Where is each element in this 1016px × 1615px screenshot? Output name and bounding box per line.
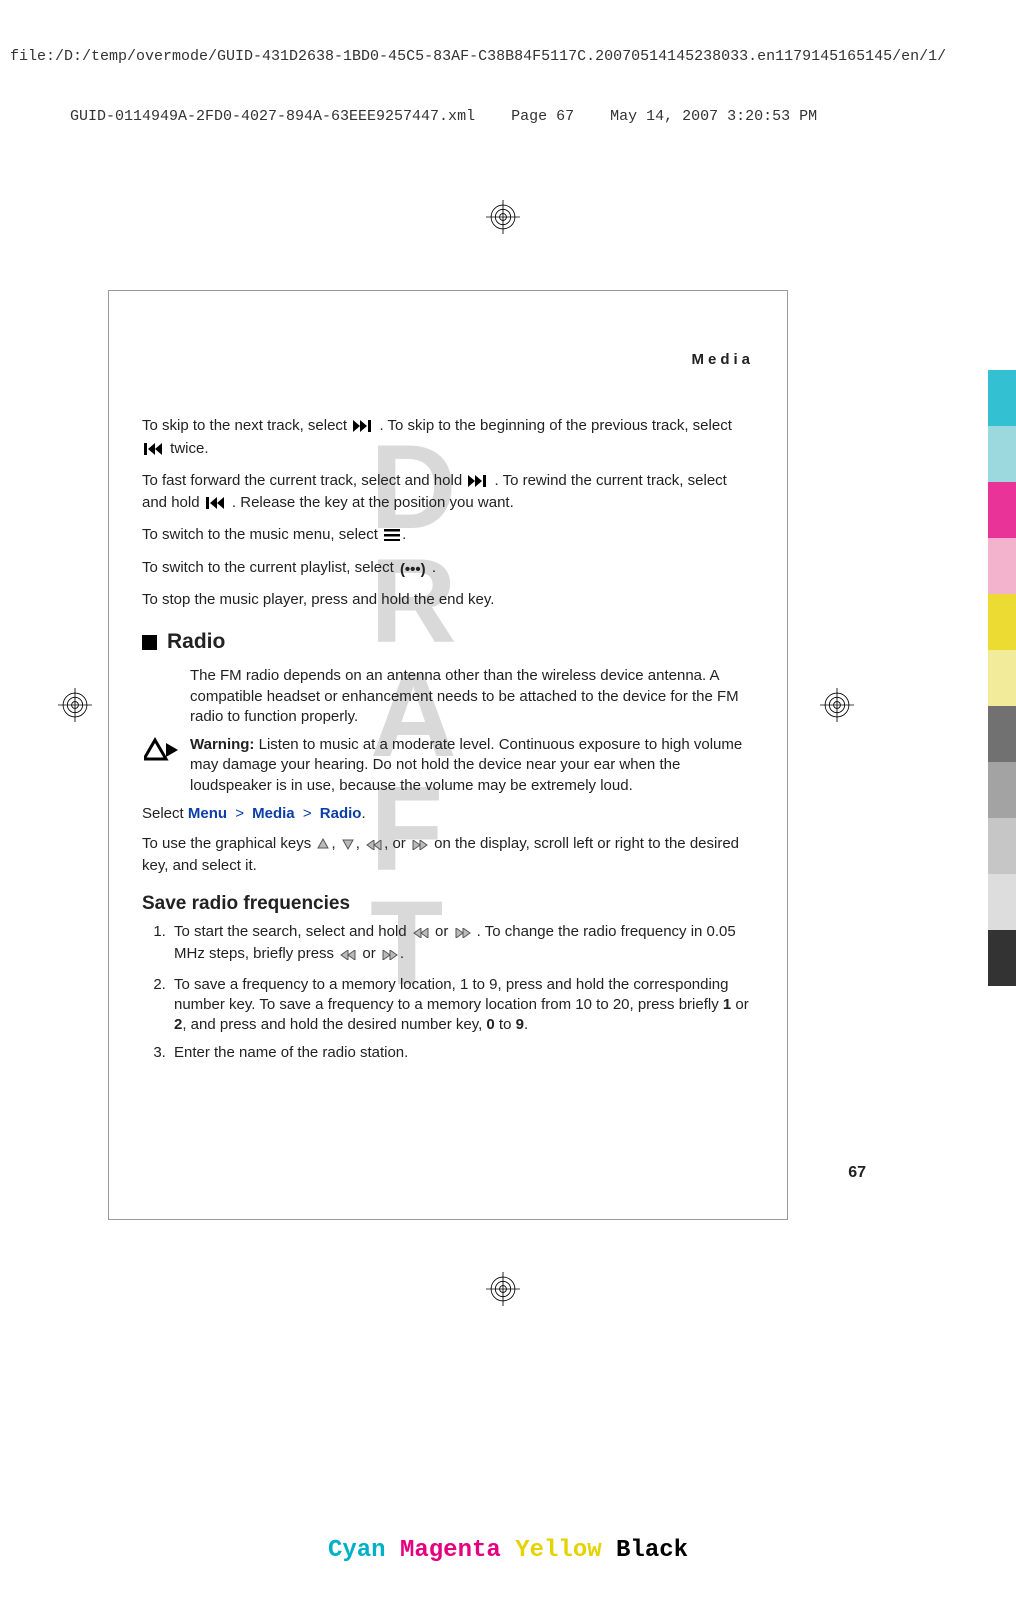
- color-swatch: [988, 874, 1016, 930]
- registration-mark-icon: [820, 688, 854, 722]
- color-swatch: [988, 706, 1016, 762]
- cmyk-footer: Cyan Magenta Yellow Black: [0, 1535, 1016, 1567]
- list-item: Enter the name of the radio station.: [170, 1043, 754, 1063]
- playlist-icon: (•••): [400, 560, 426, 580]
- color-swatch: [988, 930, 1016, 986]
- meta-path: file:/D:/temp/overmode/GUID-431D2638-1BD…: [10, 47, 1006, 67]
- menu-lines-icon: [384, 527, 400, 547]
- list-item: To start the search, select and hold or …: [170, 922, 754, 967]
- radio-intro: The FM radio depends on an antenna other…: [190, 666, 754, 727]
- scan-back-icon: [413, 924, 429, 944]
- running-head: Media: [142, 350, 754, 370]
- paragraph: To switch to the current playlist, selec…: [142, 558, 754, 580]
- color-swatch: [988, 594, 1016, 650]
- up-triangle-icon: [317, 836, 329, 856]
- navigation-path: Select Menu > Media > Radio.: [142, 804, 754, 824]
- fast-forward-icon: [468, 473, 488, 493]
- color-swatch: [988, 370, 1016, 426]
- print-meta-header: file:/D:/temp/overmode/GUID-431D2638-1BD…: [0, 0, 1016, 148]
- warning-block: Warning: Listen to music at a moderate l…: [142, 735, 754, 796]
- prev-track-icon: [144, 441, 164, 461]
- registration-mark-icon: [486, 1272, 520, 1306]
- color-calibration-bars: [988, 370, 1016, 986]
- warning-label: Warning:: [190, 736, 254, 753]
- color-swatch: [988, 482, 1016, 538]
- registration-mark-icon: [58, 688, 92, 722]
- list-item: To save a frequency to a memory location…: [170, 975, 754, 1036]
- page-content: Media To skip to the next track, select …: [142, 350, 754, 1072]
- color-swatch: [988, 762, 1016, 818]
- down-triangle-icon: [342, 836, 354, 856]
- color-swatch: [988, 818, 1016, 874]
- section-heading-radio: Radio: [142, 628, 754, 656]
- page-number: 67: [848, 1162, 866, 1184]
- heading-bullet-icon: [142, 635, 157, 650]
- registration-mark-icon: [486, 200, 520, 234]
- color-swatch: [988, 650, 1016, 706]
- scan-back-icon: [340, 946, 356, 966]
- sub-heading: Save radio frequencies: [142, 891, 754, 917]
- color-swatch: [988, 538, 1016, 594]
- meta-guid: GUID-0114949A-2FD0-4027-894A-63EEE925744…: [10, 107, 1006, 127]
- paragraph: To fast forward the current track, selec…: [142, 471, 754, 516]
- scan-forward-icon: [382, 946, 398, 966]
- color-swatch: [988, 426, 1016, 482]
- paragraph: To skip to the next track, select . To s…: [142, 416, 754, 461]
- next-track-icon: [353, 418, 373, 438]
- warning-icon: [142, 735, 182, 796]
- scan-forward-icon: [412, 836, 428, 856]
- paragraph: To stop the music player, press and hold…: [142, 590, 754, 610]
- steps-list: To start the search, select and hold or …: [142, 922, 754, 1064]
- rewind-icon: [206, 495, 226, 515]
- paragraph: To switch to the music menu, select .: [142, 525, 754, 547]
- paragraph: To use the graphical keys , , , or on th…: [142, 834, 754, 877]
- scan-back-icon: [366, 836, 382, 856]
- scan-forward-icon: [455, 924, 471, 944]
